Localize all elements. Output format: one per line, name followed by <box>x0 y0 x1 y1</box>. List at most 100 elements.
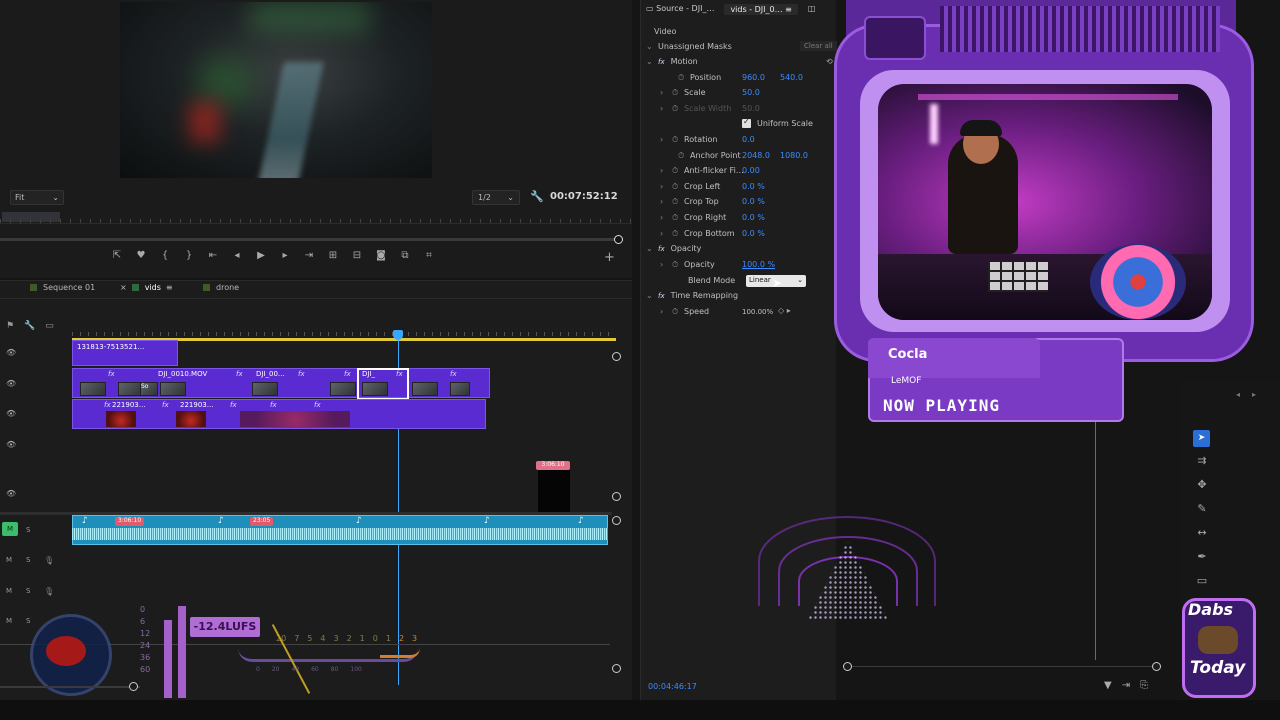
camera-icon[interactable]: ◙ <box>374 250 388 261</box>
play-icon[interactable]: ▶ <box>254 250 268 261</box>
uniform-scale-checkbox[interactable]: ✓ <box>742 117 751 128</box>
mute-button[interactable]: M <box>6 556 12 564</box>
crop-bottom-value[interactable]: 0.0 % <box>742 229 765 238</box>
stopwatch-icon[interactable]: ⏱ <box>672 229 684 239</box>
reset-icon[interactable]: ⟲ <box>826 57 833 66</box>
mic-icon[interactable]: 🎙 <box>44 556 54 565</box>
unassigned-masks-row[interactable]: ⌄ Unassigned Masks <box>646 42 732 51</box>
rectangle-tool-icon[interactable]: ▭ <box>1194 574 1210 587</box>
mute-button[interactable]: M <box>6 617 12 625</box>
video-clip-v3[interactable]: 131813-7513521… <box>72 340 178 366</box>
track-select-tool-icon[interactable]: ⇉ <box>1194 454 1210 467</box>
crop-top-value[interactable]: 0.0 % <box>742 197 765 206</box>
snap-icon[interactable]: ⚑ <box>6 321 14 331</box>
stopwatch-icon[interactable]: ⏱ <box>678 73 690 83</box>
chevron-right-icon[interactable]: › <box>660 197 672 206</box>
opacity-value[interactable]: 100.0 % <box>742 260 775 269</box>
selected-clip-outline[interactable] <box>357 368 409 400</box>
playhead-handle[interactable] <box>393 330 403 340</box>
clip-label[interactable]: 221903… <box>180 401 214 409</box>
clip-label[interactable]: DJI_0010.MOV <box>158 370 207 378</box>
export-icon[interactable]: ⇥ <box>1122 680 1130 691</box>
chevron-right-icon[interactable]: › <box>660 166 672 175</box>
scroll-handle[interactable] <box>843 662 852 671</box>
scroll-handle[interactable] <box>612 664 621 673</box>
scrub-end-handle[interactable] <box>614 235 623 244</box>
step-back-icon[interactable]: ◂ <box>230 250 244 261</box>
marker-icon[interactable]: ♥ <box>134 250 148 261</box>
solo-button[interactable]: S <box>26 617 30 625</box>
add-button-icon[interactable]: + <box>604 250 615 265</box>
arrow-left-icon[interactable]: ◂ <box>1236 390 1240 399</box>
tab-sequence-01[interactable]: Sequence 01 <box>30 283 95 292</box>
arrow-right-icon[interactable]: ▸ <box>1252 390 1256 399</box>
stopwatch-icon[interactable]: ⏱ <box>672 135 684 145</box>
share-icon[interactable]: ⎘ <box>1140 680 1148 691</box>
panel-icon[interactable]: ◫ <box>808 4 816 15</box>
selection-tool-icon[interactable]: ➤ <box>1193 430 1210 447</box>
settings-wrench-icon[interactable]: 🔧 <box>530 190 544 203</box>
scroll-handle[interactable] <box>612 516 621 525</box>
scroll-handle[interactable] <box>612 492 621 501</box>
crop-left-value[interactable]: 0.0 % <box>742 182 765 191</box>
vr-icon[interactable]: ⌗ <box>422 250 436 261</box>
monitor-time-ruler[interactable] <box>0 210 632 224</box>
eye-icon[interactable]: 👁 <box>6 348 16 357</box>
black-video-clip[interactable] <box>538 470 570 512</box>
stopwatch-icon[interactable]: ⏱ <box>678 151 690 161</box>
clip-label[interactable]: 221903… <box>112 401 146 409</box>
ripple-edit-tool-icon[interactable]: ✥ <box>1194 478 1210 491</box>
monitor-zoom-handle[interactable] <box>2 212 60 222</box>
lift-icon[interactable]: ⇱ <box>110 250 124 261</box>
stopwatch-icon[interactable]: ⏱ <box>672 197 684 207</box>
solo-button[interactable]: S <box>26 556 30 564</box>
chevron-right-icon[interactable]: › <box>660 135 672 144</box>
monitor-scrub-bar[interactable] <box>0 238 620 241</box>
mute-button-active[interactable]: M <box>2 522 18 536</box>
opacity-section-row[interactable]: ⌄ fx Opacity <box>646 244 701 253</box>
stopwatch-icon[interactable]: ⏱ <box>672 260 684 270</box>
chevron-right-icon[interactable]: › <box>660 229 672 238</box>
razor-tool-icon[interactable]: ✎ <box>1194 502 1210 515</box>
rotation-value[interactable]: 0.0 <box>742 135 755 144</box>
speed-value[interactable]: 100.00% <box>742 308 773 316</box>
scroll-handle[interactable] <box>612 352 621 361</box>
fx-icon[interactable]: fx <box>658 292 665 300</box>
pen-tool-icon[interactable]: ✒ <box>1194 550 1210 563</box>
slip-tool-icon[interactable]: ↔ <box>1194 526 1210 539</box>
mark-in-icon[interactable]: { <box>158 250 172 261</box>
stopwatch-icon[interactable]: ⏱ <box>672 88 684 98</box>
go-to-out-icon[interactable]: ⇥ <box>302 250 316 261</box>
close-icon[interactable]: × <box>120 283 127 292</box>
scroll-handle[interactable] <box>1152 662 1161 671</box>
anchor-y-value[interactable]: 1080.0 <box>780 151 808 160</box>
stopwatch-icon[interactable]: ⏱ <box>672 213 684 223</box>
timeline-horizontal-scroll[interactable] <box>0 686 140 688</box>
fx-icon[interactable]: fx <box>658 58 665 66</box>
tab-drone[interactable]: drone <box>203 283 239 292</box>
program-video-frame[interactable] <box>120 2 432 178</box>
tab-effect-controls[interactable]: vids - DJI_0… ≡ <box>724 4 798 15</box>
mute-button[interactable]: M <box>6 587 12 595</box>
stopwatch-icon[interactable]: ⏱ <box>672 307 684 317</box>
wrench-icon[interactable]: 🔧 <box>24 321 35 331</box>
chevron-right-icon[interactable]: › <box>660 182 672 191</box>
eye-icon[interactable]: 👁 <box>6 440 16 449</box>
chevron-right-icon[interactable]: › <box>660 213 672 222</box>
scale-value[interactable]: 50.0 <box>742 88 760 97</box>
filter-icon[interactable]: ▼ <box>1104 680 1112 691</box>
program-timecode[interactable]: 00:07:52:12 <box>550 191 618 202</box>
solo-button[interactable]: S <box>26 587 30 595</box>
caption-icon[interactable]: ▭ <box>45 321 54 331</box>
tab-source[interactable]: ▭ Source - DJI_… <box>646 4 714 15</box>
menu-icon[interactable]: ≡ <box>166 283 173 292</box>
mark-out-icon[interactable]: } <box>182 250 196 261</box>
motion-row[interactable]: ⌄ fx Motion <box>646 57 698 66</box>
clear-all-button[interactable]: Clear all <box>800 41 837 51</box>
anchor-x-value[interactable]: 2048.0 <box>742 151 770 160</box>
chevron-right-icon[interactable]: › <box>660 260 672 269</box>
position-x-value[interactable]: 960.0 <box>742 73 765 82</box>
fx-icon[interactable]: fx <box>658 245 665 253</box>
stopwatch-icon[interactable]: ⏱ <box>672 166 684 176</box>
solo-button[interactable]: S <box>26 526 30 534</box>
